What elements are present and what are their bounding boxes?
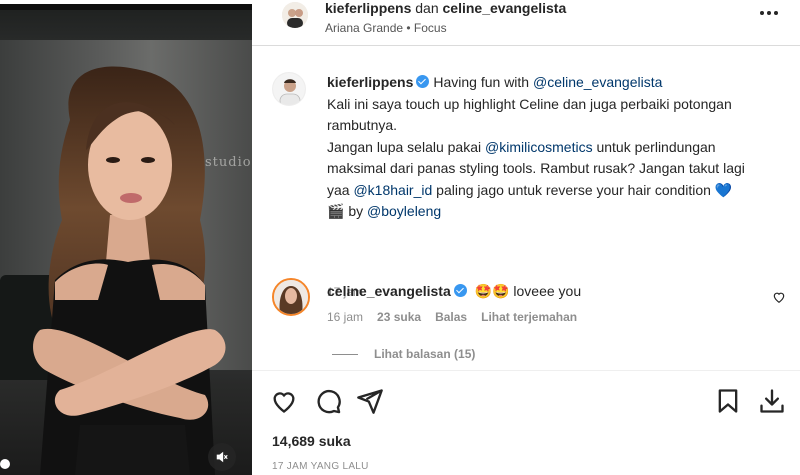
video-progress [0, 0, 252, 4]
caption-line: Jangan lupa selalu pakai [327, 138, 486, 155]
verified-icon [416, 75, 430, 88]
mute-button[interactable] [208, 443, 236, 471]
comment-meta: 16 jam 23 suka Balas Lihat terjemahan [327, 310, 577, 324]
post-authors: kieferlippens dan celine_evangelista [325, 0, 566, 16]
action-bar: 14,689 suka 17 JAM YANG LALU [252, 370, 800, 475]
credit-by: by [348, 203, 368, 219]
send-icon[interactable] [356, 387, 384, 415]
audio-link[interactable]: Ariana Grande • Focus [325, 21, 447, 35]
comment-body: loveee you [513, 283, 582, 299]
video-progress-fill [0, 0, 252, 4]
bookmark-icon[interactable] [714, 387, 742, 415]
caption-username[interactable]: kieferlippens [327, 74, 413, 90]
comment-text: celine_evangelista 🤩🤩 loveee you [327, 283, 581, 300]
post-header: kieferlippens dan celine_evangelista Ari… [252, 0, 800, 46]
avatar-image [282, 2, 308, 28]
heart-icon[interactable] [772, 290, 786, 304]
download-icon[interactable] [758, 387, 786, 415]
comment-emojis: 🤩🤩 [474, 283, 510, 299]
mention-link[interactable]: @boyleleng [367, 203, 441, 219]
comment-username[interactable]: celine_evangelista [327, 283, 451, 299]
replies-divider [332, 353, 358, 355]
reel-video[interactable]: studio [0, 0, 252, 475]
caption-line: Kali ini saya touch up highlight Celine … [327, 95, 732, 134]
mention-link[interactable]: @kimilicosmetics [485, 139, 593, 155]
more-icon[interactable] [760, 8, 780, 18]
mention-link[interactable]: @celine_evangelista [533, 74, 662, 90]
blue-heart-emoji: 💙 [714, 181, 733, 198]
avatar-image [273, 73, 305, 105]
coauthor-link[interactable]: celine_evangelista [443, 0, 567, 16]
translate-button[interactable]: Lihat terjemahan [481, 310, 577, 324]
caption-intro: Having fun with [433, 74, 533, 90]
avatar[interactable] [272, 72, 306, 106]
avatar[interactable] [272, 278, 310, 316]
avatar[interactable] [282, 2, 308, 28]
clapper-emoji: 🎬 [327, 203, 345, 219]
comment-likes[interactable]: 23 suka [377, 310, 421, 324]
video-person [33, 66, 226, 475]
post-panel: kieferlippens dan celine_evangelista Ari… [252, 0, 800, 475]
speaker-muted-icon [216, 451, 228, 463]
mention-link[interactable]: @k18hair_id [353, 182, 432, 198]
caption-line: paling jago untuk reverse your hair cond… [432, 181, 711, 198]
verified-icon [453, 284, 467, 297]
caption-text: kieferlippens Having fun with @celine_eva… [327, 72, 767, 223]
post-date: 17 JAM YANG LALU [272, 461, 369, 472]
like-count[interactable]: 14,689 suka [272, 433, 351, 449]
video-top-bar [0, 0, 252, 10]
view-replies-label: Lihat balasan (15) [374, 347, 476, 361]
author-link[interactable]: kieferlippens [325, 0, 411, 16]
view-replies-button[interactable]: Lihat balasan (15) [332, 347, 475, 361]
avatar-image [274, 280, 308, 314]
reply-button[interactable]: Balas [435, 310, 467, 324]
heart-icon[interactable] [270, 387, 298, 415]
author-joiner: dan [415, 0, 439, 16]
comment-icon[interactable] [314, 387, 342, 415]
comment-time: 16 jam [327, 310, 364, 324]
carousel-dot [0, 459, 10, 469]
